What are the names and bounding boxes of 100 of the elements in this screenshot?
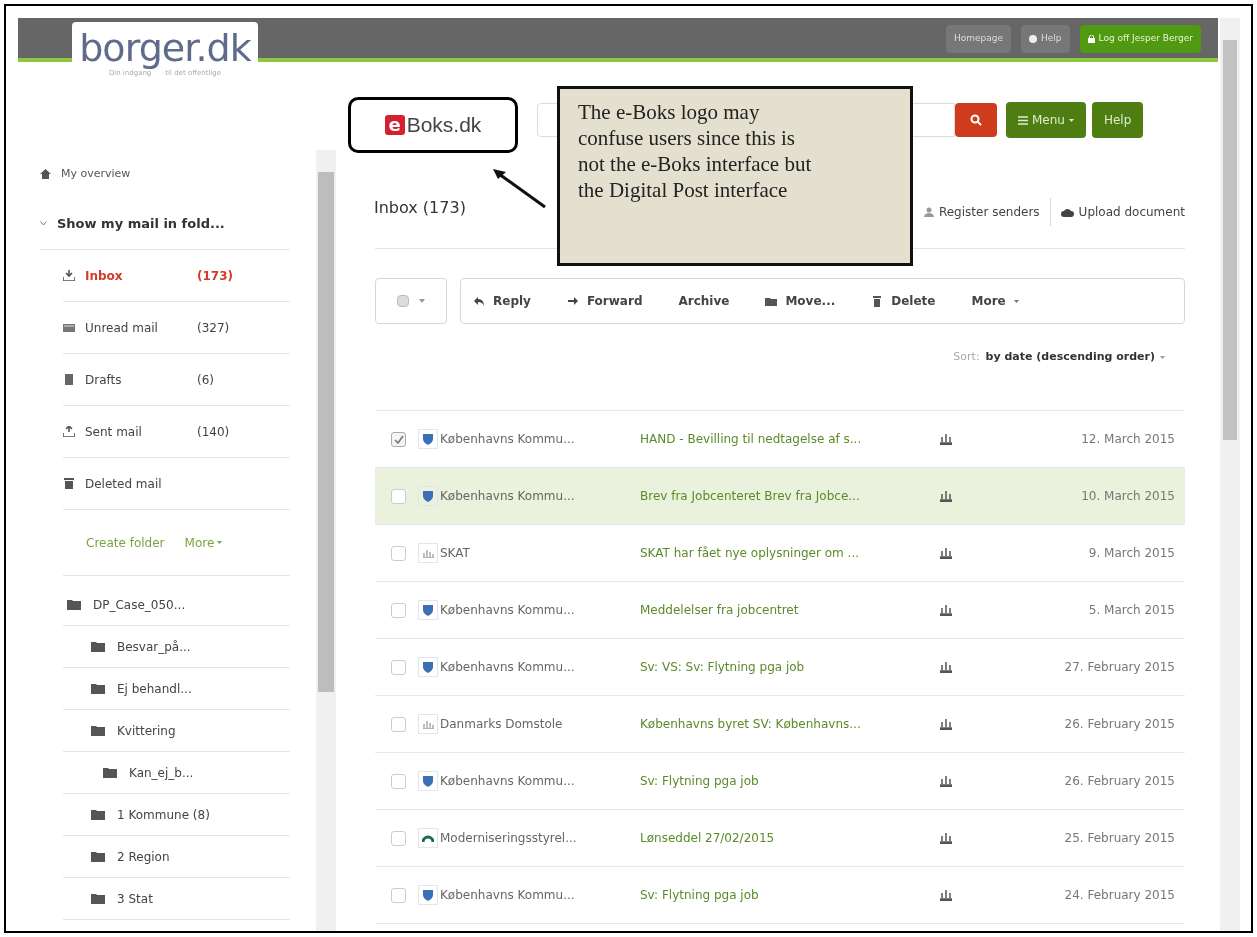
folder-item[interactable]: Kvittering — [63, 710, 290, 752]
checkbox[interactable] — [391, 602, 406, 618]
folder-icon — [67, 599, 81, 610]
more-button[interactable]: More — [971, 292, 1019, 310]
checkbox[interactable] — [391, 431, 406, 447]
arrow-icon — [566, 295, 579, 307]
message-subject: Sv: Flytning pga job — [640, 773, 760, 790]
shield-icon — [423, 661, 433, 673]
chart-icon — [422, 719, 434, 729]
message-date: 27. February 2015 — [1063, 659, 1176, 676]
folder-item[interactable]: 2 Region — [63, 836, 290, 878]
sender-name: Københavns Kommu... — [440, 488, 576, 505]
sender-name: Københavns Kommu... — [440, 602, 576, 619]
search-button[interactable] — [955, 103, 997, 137]
reply-button[interactable]: Reply — [473, 292, 531, 310]
message-subject: SKAT har fået nye oplysninger om ... — [640, 545, 861, 562]
sort-label: Sort: — [953, 349, 980, 365]
message-subject: HAND - Bevilling til nedtagelse af s... — [640, 431, 863, 448]
folder-item[interactable]: DP_Case_050... — [63, 584, 290, 626]
checkbox[interactable] — [391, 773, 406, 789]
checkbox[interactable] — [391, 488, 406, 504]
move-button[interactable]: Move... — [765, 292, 836, 310]
folder-item[interactable]: 1 Kommune (8) — [63, 794, 290, 836]
cloud-icon — [1060, 207, 1074, 217]
sort-dropdown[interactable]: by date (descending order) — [985, 349, 1165, 366]
delete-button[interactable]: Delete — [871, 292, 936, 310]
document-icon — [63, 374, 75, 385]
search-icon — [970, 114, 982, 126]
folder-item[interactable]: 3 Stat — [63, 878, 290, 920]
mail-folder[interactable]: Unread mail (327) — [63, 302, 290, 354]
checkbox[interactable] — [391, 716, 406, 732]
register-link[interactable]: Register senders — [923, 203, 1040, 221]
checkbox[interactable] — [391, 545, 406, 561]
caret-icon — [217, 541, 223, 544]
message-subject: Brev fra Jobcenteret Brev fra Jobce... — [640, 488, 861, 505]
help-button[interactable]: Help — [1091, 102, 1144, 138]
arc-icon — [422, 834, 434, 842]
annotation-tooltip: The e-Boks logo may confuse users since this is not the e-Boks interface but the Digital Post interface — [557, 86, 913, 266]
message-date: 5. March 2015 — [1087, 602, 1176, 619]
caret-icon — [1068, 118, 1074, 122]
checkbox[interactable] — [391, 830, 406, 846]
mail-folder[interactable]: Drafts (6) — [63, 354, 290, 406]
message-date: 24. February 2015 — [1063, 887, 1176, 904]
sender-name: Københavns Kommu... — [440, 887, 576, 904]
folder-icon — [91, 851, 105, 862]
message-date: 9. March 2015 — [1087, 545, 1176, 562]
page-scrollbar[interactable] — [1220, 18, 1240, 933]
forward-button[interactable]: Forward — [566, 292, 643, 310]
sender-name: Danmarks Domstole — [440, 716, 564, 733]
mail-folder[interactable]: Sent mail (140) — [63, 406, 290, 458]
message-date: 12. March 2015 — [1080, 431, 1176, 448]
menu-icon — [1018, 115, 1028, 125]
folder-section-toggle[interactable]: Show my mail in fold... — [40, 198, 290, 250]
checkbox[interactable] — [391, 887, 406, 903]
folder-icon — [91, 641, 105, 652]
folder-icon — [91, 893, 105, 904]
logo-mark: e — [384, 115, 405, 135]
checkbox-icon — [397, 295, 409, 307]
sidebar-scrollbar[interactable] — [316, 150, 336, 933]
message-subject: Meddelelser fra jobcentret — [640, 602, 800, 619]
message-row[interactable]: Københavns Kommu... Brev fra Jobcenteret Brev fra Jobce... 10. March 2015 — [375, 468, 1185, 525]
chart-icon — [422, 548, 434, 558]
sender-name: Moderniseringsstyrel... — [440, 830, 578, 847]
folder-icon — [103, 767, 117, 778]
checkbox[interactable] — [391, 659, 406, 675]
upload-link[interactable]: Upload document — [1060, 203, 1185, 221]
message-subject: Sv: VS: Sv: Flytning pga job — [640, 659, 806, 676]
sender-name: Københavns Kommu... — [440, 773, 576, 790]
folder-icon — [91, 683, 105, 694]
archive-button[interactable]: Archive — [678, 292, 730, 310]
shield-icon — [423, 775, 433, 787]
message-subject: Lønseddel 27/02/2015 — [640, 830, 776, 847]
reply-icon — [473, 295, 485, 307]
sender-name: Københavns Kommu... — [440, 659, 576, 676]
select-all-dropdown[interactable] — [375, 278, 447, 324]
sender-name: Københavns Kommu... — [440, 431, 576, 448]
mail-folder[interactable]: Deleted mail — [63, 458, 290, 510]
envelope-icon — [63, 322, 75, 333]
message-subject: Sv: Flytning pga job — [640, 887, 760, 904]
folder-item[interactable]: Ej behandl... — [63, 668, 290, 710]
trash-icon — [63, 478, 75, 489]
folder-icon — [91, 809, 105, 820]
folder-icon — [765, 295, 778, 307]
folder-item[interactable]: Besvar_på... — [63, 626, 290, 668]
inbox-title: Inbox (173) — [374, 197, 466, 219]
message-subject: Københavns byret SV: Københavns... — [640, 716, 862, 733]
message-date: 26. February 2015 — [1063, 716, 1176, 733]
shield-icon — [423, 889, 433, 901]
caret-icon — [419, 299, 425, 303]
shield-icon — [423, 490, 433, 502]
folder-item[interactable]: Kan_ej_b... — [63, 752, 290, 794]
message-date: 25. February 2015 — [1063, 830, 1176, 847]
download-icon — [63, 270, 75, 281]
overview-link[interactable]: My overview — [40, 150, 290, 198]
menu-button[interactable]: Menu — [1006, 102, 1086, 138]
mail-folder[interactable]: Inbox (173) — [63, 250, 290, 302]
person-icon — [923, 207, 934, 217]
checkmark-icon — [393, 434, 404, 444]
sender-name: SKAT — [440, 545, 471, 562]
upload-icon — [63, 426, 75, 437]
